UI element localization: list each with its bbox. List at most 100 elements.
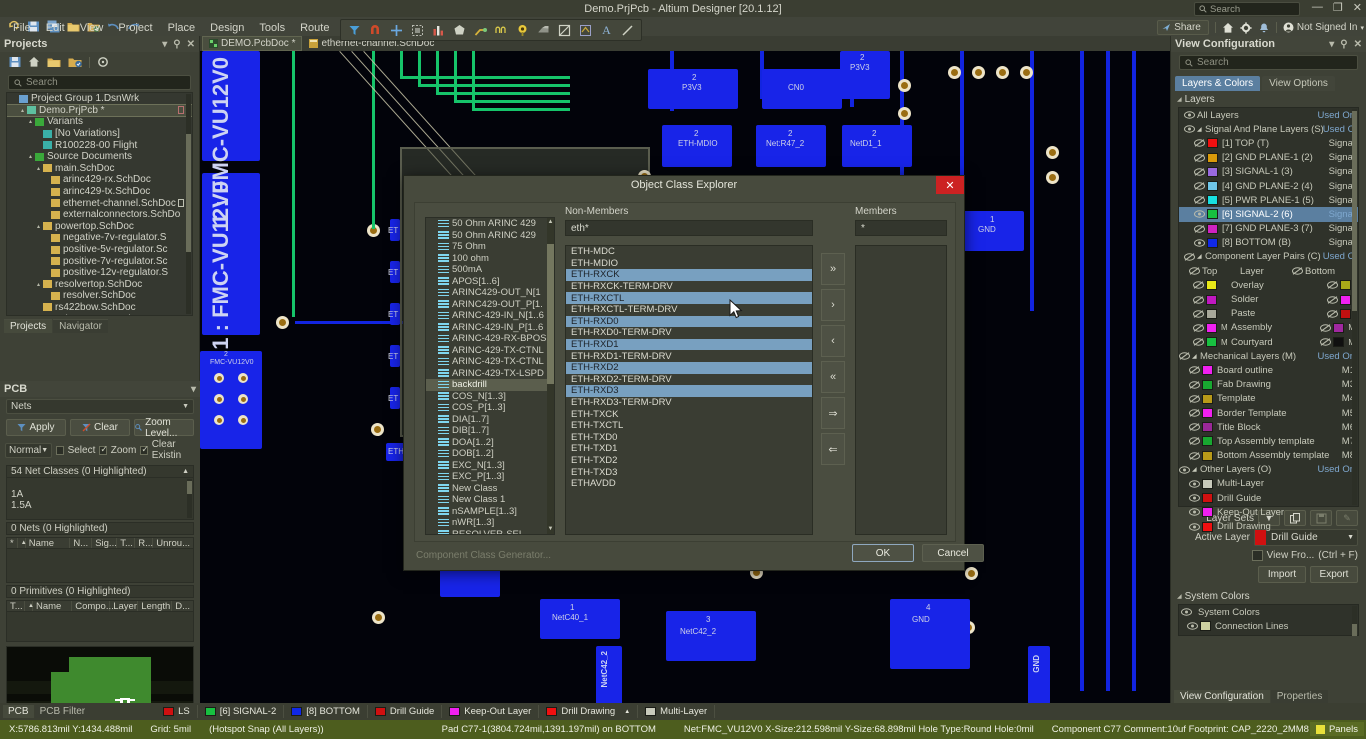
class-tree-item[interactable]: 75 Ohm — [426, 241, 554, 253]
bar-chart-icon[interactable] — [429, 21, 448, 39]
layer-row[interactable]: Bottom Assembly template M8 — [1179, 449, 1358, 463]
pcb-scope-select[interactable]: Nets ▼ — [6, 399, 194, 414]
layer-row[interactable]: Fab Drawing M3 — [1179, 378, 1358, 392]
layer-color-swatch[interactable] — [1207, 166, 1218, 177]
polygon-icon[interactable] — [450, 21, 469, 39]
menu-route[interactable]: Route — [293, 21, 336, 35]
eye-visible-icon[interactable] — [1194, 210, 1207, 219]
non-member-item[interactable]: ETH-RXD3 — [566, 385, 812, 397]
class-tree-item[interactable]: ARINC-429-RX-BPOS — [426, 333, 554, 345]
project-tree-item[interactable]: positive-12v-regulator.S — [7, 267, 192, 279]
eye-hidden-icon[interactable] — [1292, 267, 1305, 275]
class-tree-item[interactable]: ARINC429-OUT_P[1. — [426, 299, 554, 311]
layer-color-swatch[interactable] — [1202, 422, 1213, 433]
clear-button[interactable]: Clear — [70, 419, 130, 436]
tab-navigator[interactable]: Navigator — [53, 319, 108, 333]
eye-visible-icon[interactable] — [1189, 480, 1202, 488]
class-tree-item[interactable]: DOB[1..2] — [426, 448, 554, 460]
tab-projects[interactable]: Projects — [4, 319, 53, 333]
layer-color-swatch[interactable] — [1202, 365, 1213, 376]
layer-row[interactable]: Multi-Layer — [1179, 477, 1358, 491]
layer-row[interactable]: Top Assembly template M7 — [1179, 434, 1358, 448]
panels-button[interactable]: Panels — [1309, 722, 1364, 736]
layer-bar-item[interactable]: LS — [156, 705, 198, 718]
sort-asc-icon[interactable]: ▲ — [18, 538, 27, 548]
non-member-item[interactable]: ETHAVDD — [566, 478, 812, 490]
primitives-grid-body[interactable] — [6, 612, 194, 642]
non-member-item[interactable]: ETH-RXCK — [566, 269, 812, 281]
layers-list[interactable]: All Layers Used On ◢ Signal And Plane Layer… — [1178, 107, 1359, 532]
eye-hidden-icon[interactable] — [1194, 182, 1207, 190]
layer-row[interactable]: Board outline M1 — [1179, 363, 1358, 377]
line-icon[interactable] — [618, 21, 637, 39]
eye-visible-icon[interactable] — [1187, 622, 1200, 630]
layer-row[interactable]: ◢ Signal And Plane Layers (S) Used O — [1179, 122, 1358, 136]
project-tree-item[interactable]: ▴ main.SchDoc — [7, 163, 192, 175]
class-tree-item[interactable]: ARINC429-OUT_N[1 — [426, 287, 554, 299]
eye-hidden-icon[interactable] — [1327, 281, 1340, 290]
non-member-item[interactable]: ETH-TXD3 — [566, 466, 812, 478]
class-tree-item[interactable]: ARINC-429-IN_P[1..6 — [426, 322, 554, 334]
tab-layers-and-colors[interactable]: Layers & Colors — [1175, 76, 1261, 91]
layer-row[interactable]: [5] PWR PLANE-1 (5) Signal — [1179, 193, 1358, 207]
route-icon[interactable] — [471, 21, 490, 39]
layer-color-swatch[interactable] — [1202, 436, 1213, 447]
layer-color-swatch[interactable] — [1202, 393, 1213, 404]
layer-row[interactable]: Drill Drawing — [1179, 519, 1358, 533]
layer-row[interactable]: [1] TOP (T) Signal — [1179, 136, 1358, 150]
pin-icon[interactable]: ⚲ — [173, 39, 180, 50]
home-icon[interactable] — [28, 56, 40, 68]
non-member-item[interactable]: ETH-RXCTL — [566, 292, 812, 304]
non-member-item[interactable]: ETH-TXD0 — [566, 432, 812, 444]
net-classes-list[interactable]: 1A 1.5A — [6, 478, 194, 520]
list-item[interactable]: 1A — [7, 489, 193, 500]
class-tree-item[interactable]: New Class — [426, 483, 554, 495]
minimize-button[interactable]: — — [1312, 1, 1323, 14]
eye-hidden-icon[interactable] — [1194, 196, 1207, 205]
non-member-item[interactable]: ETH-RXD0-TERM-DRV — [566, 327, 812, 339]
nets-col-5[interactable]: R... — [135, 538, 154, 549]
import-button[interactable]: Import — [1258, 566, 1306, 583]
tree-twisty-icon[interactable]: ▴ — [34, 281, 43, 288]
tree-twisty-icon[interactable]: ▴ — [26, 118, 35, 125]
pcb-mode-select[interactable]: Normal ▼ — [5, 442, 53, 458]
prim-col-2[interactable]: Compo... — [72, 601, 114, 612]
magnet-icon[interactable] — [366, 21, 385, 39]
layer-color-swatch[interactable] — [1206, 308, 1217, 319]
via-icon[interactable] — [513, 21, 532, 39]
eye-hidden-icon[interactable] — [1189, 423, 1202, 432]
prim-col-3[interactable]: Layer — [110, 601, 139, 612]
pin-icon[interactable]: ⚲ — [1340, 39, 1347, 50]
project-tree-item[interactable]: ▴ Source Documents — [7, 151, 192, 163]
class-tree-item[interactable]: DIA[1..7] — [426, 414, 554, 426]
layer-color-swatch[interactable] — [1202, 478, 1213, 489]
close-button[interactable]: ✕ — [1353, 1, 1362, 14]
layer-color-swatch[interactable] — [1333, 337, 1345, 348]
menu-edit[interactable]: Edit — [39, 21, 72, 35]
nets-col-2[interactable]: N... — [70, 538, 93, 549]
chevron-down-icon[interactable]: ▾ — [162, 39, 167, 50]
ok-button[interactable]: OK — [852, 544, 914, 562]
tree-twisty-icon[interactable]: ▴ — [34, 165, 43, 172]
layers-scrollbar[interactable] — [1352, 109, 1357, 505]
project-tree-item[interactable]: rs422bow.SchDoc — [7, 302, 192, 314]
class-tree-item[interactable]: ARINC-429-IN_N[1..6 — [426, 310, 554, 322]
net-classes-scrollbar[interactable] — [187, 479, 192, 518]
members-list[interactable] — [855, 245, 947, 535]
layer-color-swatch[interactable] — [1207, 209, 1218, 220]
eye-visible-icon[interactable] — [1194, 239, 1207, 247]
class-tree-item[interactable]: 50 Ohm ARINC 429 — [426, 230, 554, 242]
layer-row[interactable]: [4] GND PLANE-2 (4) Signal — [1179, 179, 1358, 193]
layer-color-swatch[interactable] — [1202, 379, 1213, 390]
class-tree-item[interactable]: APOS[1..6] — [426, 276, 554, 288]
layer-row[interactable]: MCourtyardM — [1179, 335, 1358, 349]
non-member-item[interactable]: ETH-RXCTL-TERM-DRV — [566, 304, 812, 316]
eye-hidden-icon[interactable] — [1184, 253, 1197, 261]
home-icon[interactable] — [1222, 22, 1234, 34]
project-tree-item[interactable]: negative-7v-regulator.S — [7, 232, 192, 244]
sort-asc-icon[interactable]: ▲ — [182, 468, 189, 475]
layer-bar-item[interactable]: Keep-Out Layer — [442, 705, 540, 718]
move-selected-right-button[interactable]: ⇒ — [821, 397, 845, 429]
eye-hidden-icon[interactable] — [1189, 451, 1202, 460]
layer-row[interactable]: Title Block M6 — [1179, 420, 1358, 434]
